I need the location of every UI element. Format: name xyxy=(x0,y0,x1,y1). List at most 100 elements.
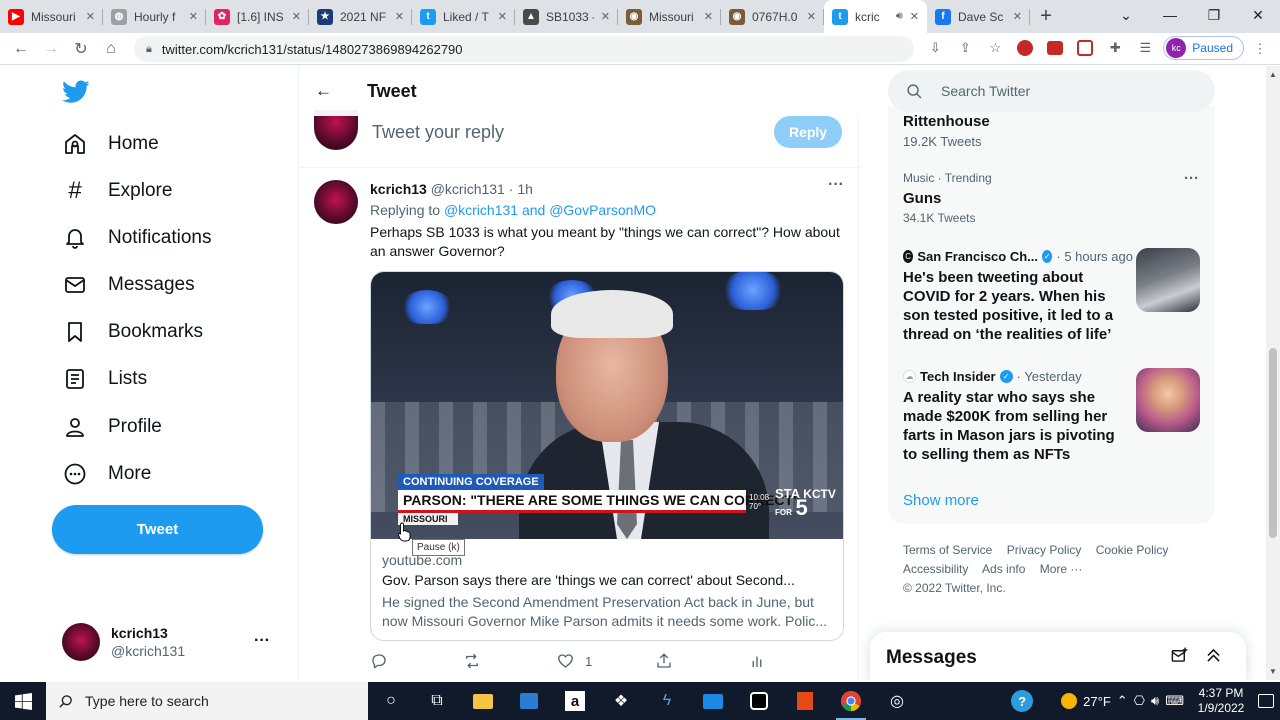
help-icon[interactable]: ? xyxy=(1011,690,1034,712)
app-camera-icon[interactable] xyxy=(736,682,782,720)
news-item[interactable]: ☁︎ Tech Insider ✓ · Yesterday A reality … xyxy=(903,369,1133,464)
trend-title[interactable]: Guns xyxy=(903,190,941,207)
nav-item-messages[interactable]: Messages xyxy=(62,265,195,305)
extension-icon[interactable] xyxy=(1073,36,1097,60)
footer-link[interactable]: Ads info xyxy=(982,562,1025,576)
nav-item-profile[interactable]: Profile xyxy=(62,407,162,447)
notification-center-icon[interactable] xyxy=(1258,694,1274,708)
like-action[interactable]: 1 xyxy=(556,652,592,670)
browser-tab[interactable]: ✿ [1.6] INS ✕ xyxy=(206,0,309,33)
mail-icon[interactable] xyxy=(690,682,736,720)
dropbox-icon[interactable]: ❖ xyxy=(598,682,644,720)
browser-tab[interactable]: ▲ SB1033 - ✕ xyxy=(515,0,618,33)
network-icon[interactable]: ⎔ xyxy=(1134,693,1145,709)
account-switcher[interactable]: kcrich13 @kcrich131 ··· xyxy=(62,622,282,662)
store-icon[interactable] xyxy=(506,682,552,720)
browser-tab[interactable]: ★ 2021 NF ✕ xyxy=(309,0,412,33)
page-scrollbar[interactable]: ▲ ▼ xyxy=(1266,66,1280,680)
scrollbar-thumb[interactable] xyxy=(1269,348,1277,538)
windows-start-button[interactable] xyxy=(0,682,46,720)
profile-button[interactable]: kc Paused xyxy=(1163,36,1244,60)
minimize-button[interactable]: — xyxy=(1148,0,1192,30)
extension-icon[interactable] xyxy=(1013,36,1037,60)
reply-action[interactable] xyxy=(370,652,388,670)
news-thumbnail[interactable] xyxy=(1136,248,1200,312)
home-icon[interactable]: ⌂ xyxy=(96,34,126,64)
avatar[interactable] xyxy=(314,180,358,224)
nav-item-bookmarks[interactable]: Bookmarks xyxy=(62,312,203,352)
close-icon[interactable]: ✕ xyxy=(1013,10,1022,23)
taskbar-search-input[interactable]: Type here to search xyxy=(46,682,368,720)
browser-tab-active[interactable]: t kcric 🔊︎ ✕ xyxy=(824,0,927,33)
link-card[interactable]: CONTINUING COVERAGE PARSON: "THERE ARE S… xyxy=(370,271,844,641)
nav-item-home[interactable]: Home xyxy=(62,124,159,164)
address-bar[interactable]: 🔒︎ twitter.com/kcrich131/status/14802738… xyxy=(134,36,914,62)
close-icon[interactable]: ✕ xyxy=(704,10,713,23)
close-icon[interactable]: ✕ xyxy=(86,10,95,23)
twitter-logo-icon[interactable] xyxy=(62,80,90,104)
extension-icon[interactable] xyxy=(1043,36,1067,60)
weather-sun-icon[interactable] xyxy=(1061,693,1078,709)
browser-tab[interactable]: ◍ Hourly f ✕ xyxy=(103,0,206,33)
trend-title[interactable]: Rittenhouse xyxy=(903,113,990,130)
close-icon[interactable]: ✕ xyxy=(292,10,301,23)
chrome-icon[interactable] xyxy=(828,682,874,720)
menu-icon[interactable]: ⋮ xyxy=(1248,37,1272,61)
news-item[interactable]: C San Francisco Ch... ✓ · 5 hours ago He… xyxy=(903,249,1133,344)
forward-arrow-icon[interactable]: → xyxy=(36,34,66,64)
tweet-button[interactable]: Tweet xyxy=(52,505,263,554)
amazon-icon[interactable]: a xyxy=(552,682,598,720)
new-tab-button[interactable]: + xyxy=(1030,0,1062,33)
analytics-action[interactable] xyxy=(750,652,764,670)
task-view-icon[interactable]: ⧉ xyxy=(414,682,460,720)
scroll-up-icon[interactable]: ▲ xyxy=(1269,70,1277,79)
puzzle-icon[interactable]: ✚ xyxy=(1103,36,1127,60)
browser-tab[interactable]: ▶ Missouri ✕ xyxy=(0,0,103,33)
taskbar-clock[interactable]: 4:37 PM 1/9/2022 xyxy=(1190,686,1252,716)
more-dots-icon[interactable]: ··· xyxy=(1184,170,1199,187)
share-action[interactable] xyxy=(655,652,673,670)
nav-item-notifications[interactable]: Notifications xyxy=(62,218,212,258)
lock-icon[interactable]: 🔒︎ xyxy=(146,43,152,56)
more-dots-icon[interactable]: ··· xyxy=(254,632,270,650)
app-bolt-icon[interactable]: ϟ xyxy=(644,682,690,720)
news-thumbnail[interactable] xyxy=(1136,368,1200,432)
reply-input[interactable]: Tweet your reply xyxy=(372,122,504,143)
footer-link[interactable]: Accessibility xyxy=(903,562,968,576)
close-icon[interactable]: ✕ xyxy=(395,10,404,23)
messages-drawer[interactable]: Messages xyxy=(870,632,1246,680)
tweet-author-handle[interactable]: @kcrich131 xyxy=(431,181,505,197)
star-icon[interactable]: ☆ xyxy=(983,36,1007,60)
share-icon[interactable]: ⇪ xyxy=(953,36,977,60)
tweet-author-name[interactable]: kcrich13 xyxy=(370,181,427,197)
back-arrow-icon[interactable]: ← xyxy=(315,81,337,101)
close-icon[interactable]: ✕ xyxy=(601,10,610,23)
nav-item-explore[interactable]: # Explore xyxy=(62,171,172,211)
back-arrow-icon[interactable]: ← xyxy=(6,34,36,64)
maximize-button[interactable]: ❐ xyxy=(1192,0,1236,30)
reply-button[interactable]: Reply xyxy=(774,116,842,148)
cortana-icon[interactable]: ○ xyxy=(368,682,414,720)
search-input[interactable]: Search Twitter xyxy=(888,70,1215,112)
close-icon[interactable]: ✕ xyxy=(498,10,507,23)
file-explorer-icon[interactable] xyxy=(460,682,506,720)
footer-link[interactable]: Privacy Policy xyxy=(1007,543,1082,557)
close-icon[interactable]: ✕ xyxy=(910,10,919,23)
volume-icon[interactable]: 🔊︎ xyxy=(1151,693,1159,709)
temperature[interactable]: 27°F xyxy=(1083,694,1111,709)
app-orb-icon[interactable]: ◎ xyxy=(874,682,920,720)
browser-tab[interactable]: ◉ Missouri ✕ xyxy=(618,0,721,33)
collapse-up-icon[interactable] xyxy=(1204,646,1223,670)
new-message-icon[interactable] xyxy=(1170,646,1189,670)
tweet-time[interactable]: 1h xyxy=(517,181,533,197)
browser-tab[interactable]: f Dave Sc ✕ xyxy=(927,0,1030,33)
replying-to-link[interactable]: @kcrich131 and @GovParsonMO xyxy=(444,202,656,218)
close-window-button[interactable]: ✕ xyxy=(1236,0,1280,30)
nav-item-more[interactable]: More xyxy=(62,454,151,494)
close-icon[interactable]: ✕ xyxy=(189,10,198,23)
speaker-icon[interactable]: 🔊︎ xyxy=(896,10,903,23)
tab-search-icon[interactable]: ⌄ xyxy=(1104,0,1148,30)
close-icon[interactable]: ✕ xyxy=(807,10,816,23)
office-icon[interactable] xyxy=(782,682,828,720)
show-more-link[interactable]: Show more xyxy=(903,492,979,509)
